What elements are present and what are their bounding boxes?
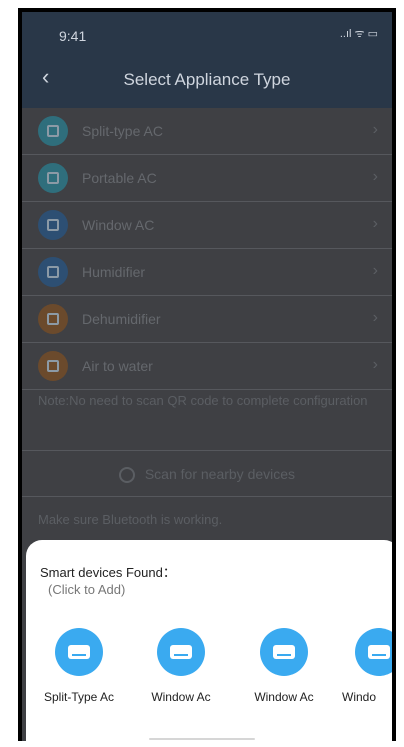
- appliance-row-humidifier[interactable]: Humidifier ›: [22, 249, 392, 296]
- scan-nearby-button[interactable]: Scan for nearby devices: [22, 452, 392, 496]
- chevron-right-icon: ›: [372, 262, 378, 279]
- appliance-list: Split-type AC › Portable AC › Window AC …: [22, 108, 392, 390]
- appliance-row-dehumidifier[interactable]: Dehumidifier ›: [22, 296, 392, 343]
- chevron-right-icon: ›: [372, 168, 378, 185]
- appliance-label: Air to water: [82, 358, 153, 374]
- appliance-row-window-ac[interactable]: Window AC ›: [22, 202, 392, 249]
- device-label: Window Ac: [254, 690, 314, 704]
- status-icons: ..ıl ᯤ ▭: [339, 28, 378, 40]
- appliance-row-portable-ac[interactable]: Portable AC ›: [22, 155, 392, 202]
- home-indicator: [149, 738, 255, 740]
- appliance-label: Split-type AC: [82, 123, 163, 139]
- device-item[interactable]: Split-Type Ac: [34, 628, 124, 704]
- device-label: Window Ac: [151, 690, 211, 704]
- devices-found-sheet: Smart devices Found： (Click to Add) Spli…: [26, 540, 392, 741]
- phone-frame: 9:41 ..ıl ᯤ ▭ ‹ Select Appliance Type Sp…: [18, 8, 396, 741]
- device-item[interactable]: Window Ac: [136, 628, 226, 704]
- divider: [22, 450, 392, 451]
- status-bar: 9:41 ..ıl ᯤ ▭: [22, 12, 392, 52]
- page-title: Select Appliance Type: [123, 70, 291, 89]
- ac-device-icon[interactable]: [260, 628, 308, 676]
- nav-bar: ‹ Select Appliance Type: [22, 52, 392, 108]
- qr-note: Note:No need to scan QR code to complete…: [38, 393, 368, 408]
- humidifier-icon: [38, 257, 68, 287]
- chevron-right-icon: ›: [372, 121, 378, 138]
- appliance-row-split-ac[interactable]: Split-type AC ›: [22, 108, 392, 155]
- status-time: 9:41: [59, 28, 87, 44]
- device-item[interactable]: Windo: [342, 628, 392, 704]
- portable-ac-icon: [38, 163, 68, 193]
- appliance-row-air-to-water[interactable]: Air to water ›: [22, 343, 392, 390]
- ac-device-icon[interactable]: [355, 628, 392, 676]
- scan-label: Scan for nearby devices: [144, 466, 296, 482]
- air-to-water-icon: [38, 351, 68, 381]
- ac-device-icon[interactable]: [157, 628, 205, 676]
- chevron-right-icon: ›: [372, 309, 378, 326]
- dehumidifier-icon: [38, 304, 68, 334]
- appliance-label: Dehumidifier: [82, 311, 161, 327]
- sheet-title: Smart devices Found：: [40, 565, 176, 580]
- appliance-label: Window AC: [82, 217, 155, 233]
- chevron-right-icon: ›: [372, 356, 378, 373]
- scan-icon: [118, 467, 135, 484]
- window-ac-icon: [38, 210, 68, 240]
- divider: [22, 496, 392, 497]
- sheet-subtitle: (Click to Add): [48, 582, 126, 597]
- device-label: Windo: [342, 690, 377, 704]
- split-ac-icon: [38, 116, 68, 146]
- device-item[interactable]: Window Ac: [239, 628, 329, 704]
- appliance-label: Portable AC: [82, 170, 157, 186]
- device-label: Split-Type Ac: [43, 690, 115, 704]
- ac-device-icon[interactable]: [55, 628, 103, 676]
- appliance-label: Humidifier: [82, 264, 146, 280]
- bluetooth-note: Make sure Bluetooth is working.: [38, 512, 223, 527]
- chevron-right-icon: ›: [372, 215, 378, 232]
